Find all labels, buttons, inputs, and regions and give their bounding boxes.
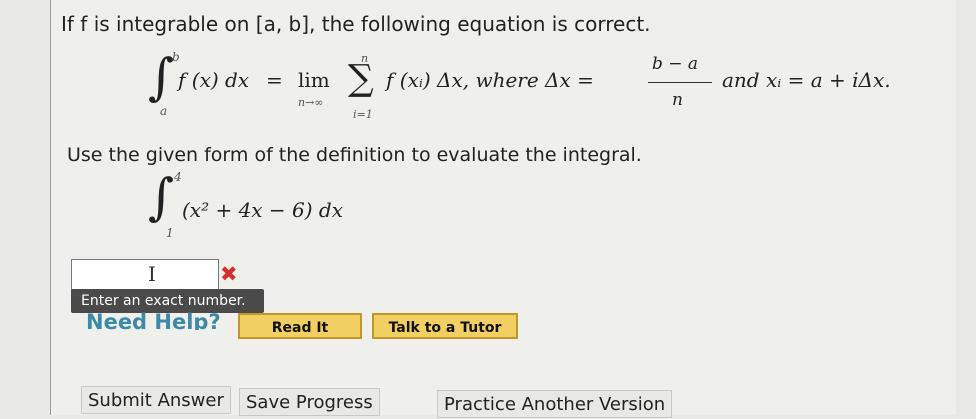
- integral-sign-icon: ∫: [148, 48, 175, 106]
- question-intro: If f is integrable on [a, b], the follow…: [61, 12, 651, 36]
- integral-upper-limit: 4: [174, 170, 182, 184]
- submit-answer-button[interactable]: Submit Answer: [81, 386, 231, 414]
- question-prompt: Use the given form of the definition to …: [67, 144, 642, 166]
- read-it-button[interactable]: Read It: [238, 313, 362, 339]
- limit-subscript: n→∞: [298, 96, 324, 109]
- limit-label: lim: [298, 68, 330, 92]
- integrand: f (x) dx: [178, 68, 250, 92]
- target-integral: ∫ 4 1 (x² + 4x − 6) dx: [148, 170, 408, 240]
- answer-input[interactable]: [71, 259, 219, 293]
- sum-lower-limit: i=1: [353, 108, 373, 121]
- fraction-bar: [648, 82, 712, 83]
- definition-formula: ∫ b a f (x) dx = lim n→∞ n ∑ i=1 f (xᵢ) …: [148, 50, 948, 130]
- practice-another-version-button[interactable]: Practice Another Version: [437, 390, 673, 418]
- equals-sign: =: [266, 68, 283, 92]
- integral-lower-limit: 1: [166, 226, 174, 240]
- integral-expression: (x² + 4x − 6) dx: [182, 198, 344, 222]
- sigma-icon: ∑: [348, 58, 374, 99]
- integral-sign-icon: ∫: [148, 168, 175, 226]
- talk-to-tutor-button[interactable]: Talk to a Tutor: [372, 313, 518, 339]
- fraction-numerator: b − a: [652, 54, 699, 74]
- fraction-denominator: n: [672, 90, 683, 110]
- save-progress-button[interactable]: Save Progress: [239, 388, 380, 416]
- text-cursor-icon: I: [148, 262, 156, 286]
- xi-definition: and xᵢ = a + iΔx.: [722, 68, 891, 92]
- sum-term: f (xᵢ) Δx, where Δx =: [386, 68, 594, 92]
- x-mark-icon: ✖: [220, 262, 238, 286]
- integral-lower-limit: a: [160, 104, 168, 118]
- need-help-label: Need Help?: [86, 310, 221, 330]
- integral-upper-limit: b: [172, 50, 180, 64]
